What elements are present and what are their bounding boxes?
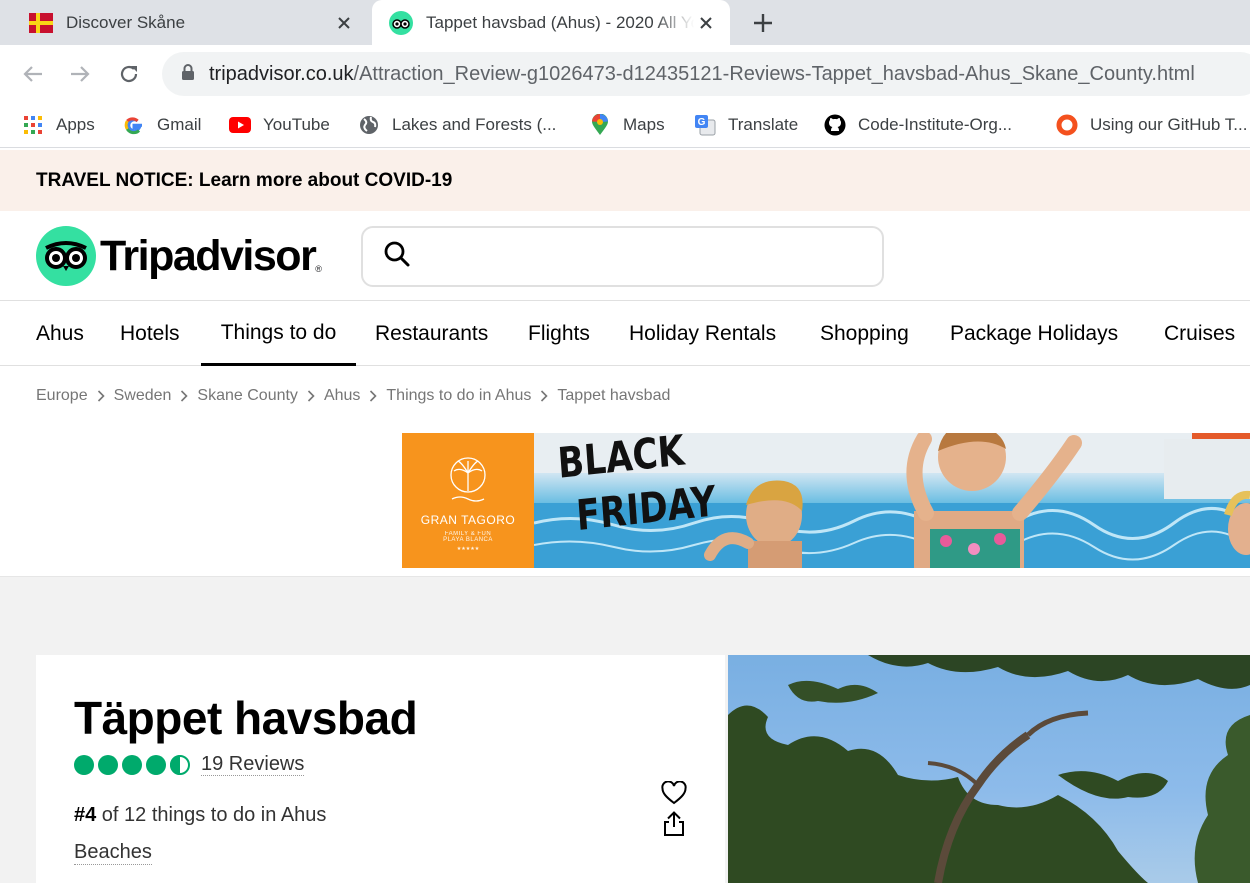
bookmark-maps[interactable]: Maps: [589, 111, 665, 139]
category-link[interactable]: Beaches: [74, 841, 152, 865]
bookmark-code-institute[interactable]: Code-Institute-Org...: [824, 111, 1012, 139]
share-icon[interactable]: [661, 811, 687, 837]
ad-brand-name: GRAN TAGORO: [420, 513, 516, 527]
chevron-right-icon: [180, 390, 189, 402]
breadcrumb-current: Tappet havsbad: [557, 387, 671, 404]
bookmark-label: Lakes and Forests (...: [392, 115, 557, 134]
back-arrow-icon[interactable]: [16, 57, 50, 91]
bookmark-gmail[interactable]: Gmail: [123, 111, 201, 139]
browser-toolbar: tripadvisor.co.uk/Attraction_Review-g102…: [0, 45, 1250, 103]
nav-item-cruises[interactable]: Cruises: [1164, 302, 1235, 366]
attraction-photo[interactable]: [728, 655, 1250, 883]
trademark-mark: ®: [315, 264, 322, 274]
attraction-card: Täppet havsbad 19 Reviews #4 of 12 thing…: [36, 655, 725, 883]
close-tab-icon[interactable]: [332, 11, 356, 35]
reload-icon[interactable]: [112, 57, 146, 91]
search-box[interactable]: [361, 226, 884, 287]
ad-photo: BLACK FRIDAY: [534, 433, 1250, 568]
address-bar[interactable]: tripadvisor.co.uk/Attraction_Review-g102…: [162, 52, 1250, 96]
translate-icon: G: [694, 114, 716, 136]
svg-text:G: G: [698, 117, 706, 128]
breadcrumb-things-to-do-in-ahus[interactable]: Things to do in Ahus: [386, 387, 531, 405]
nav-item-flights[interactable]: Flights: [528, 302, 590, 366]
breadcrumb-skane-county[interactable]: Skane County: [197, 387, 298, 405]
attraction-title: Täppet havsbad: [74, 692, 418, 744]
ad-brand-tagline: FAMILY & FUN PLAYA BLANCA: [402, 531, 534, 543]
bookmark-label: Code-Institute-Org...: [858, 115, 1013, 134]
ad-headline: BLACK FRIDAY: [556, 433, 718, 545]
apps-grid-icon: [22, 114, 44, 136]
ad-brand-stars: ★★★★★: [456, 546, 480, 552]
bookmark-apps[interactable]: Apps: [22, 111, 95, 139]
tab-title: Tappet havsbad (Ahus) - 2020 All You Nee…: [426, 12, 694, 32]
maps-pin-icon: [589, 114, 611, 136]
ad-brand-sub2: PLAYA BLANCA: [443, 537, 493, 543]
bookmark-lakes-and-forests[interactable]: Lakes and Forests (...: [358, 111, 556, 139]
bookmark-label: Translate: [728, 115, 799, 134]
url-text: tripadvisor.co.uk/Attraction_Review-g102…: [209, 63, 1195, 86]
travel-notice-banner[interactable]: TRAVEL NOTICE: Learn more about COVID-19: [0, 150, 1250, 211]
tree-photo-illustration: [728, 655, 1250, 883]
chevron-right-icon: [540, 390, 549, 402]
palm-tree-logo-icon: [450, 457, 486, 502]
main-nav: Ahus Hotels Things to do Restaurants Fli…: [0, 302, 1250, 366]
bookmark-label: YouTube: [263, 115, 330, 134]
tripadvisor-logo[interactable]: Tripadvisor ®: [36, 226, 322, 286]
nav-item-ahus[interactable]: Ahus: [36, 302, 84, 366]
forward-arrow-icon[interactable]: [63, 57, 97, 91]
bookmark-label: Gmail: [157, 115, 202, 134]
breadcrumb-sweden[interactable]: Sweden: [114, 387, 172, 405]
logo-wordmark: Tripadvisor: [100, 231, 317, 280]
tripadvisor-favicon: [389, 10, 413, 35]
lock-icon[interactable]: [181, 63, 195, 86]
nav-item-hotels[interactable]: Hotels: [120, 302, 180, 366]
bookmarks-bar: Apps Gmail YouTube Lakes and Forests (..…: [0, 103, 1250, 148]
breadcrumb-europe[interactable]: Europe: [36, 387, 88, 405]
close-tab-icon[interactable]: [694, 11, 718, 35]
ranking-text: #4 of 12 things to do in Ahus: [74, 804, 326, 827]
denmark-flag-favicon: [29, 11, 53, 35]
rating-row: 19 Reviews: [73, 753, 305, 776]
nav-item-things-to-do[interactable]: Things to do: [201, 302, 356, 366]
bookmark-youtube[interactable]: YouTube: [229, 111, 330, 139]
bookmark-translate[interactable]: G Translate: [694, 111, 798, 139]
browser-tab-discover-skane[interactable]: Discover Skåne: [0, 0, 368, 45]
chevron-right-icon: [307, 390, 315, 402]
rank-label: of 12 things to do in Ahus: [96, 804, 327, 826]
chevron-right-icon: [369, 390, 378, 402]
site-header: Tripadvisor ®: [0, 211, 1250, 301]
bookmark-label: Maps: [623, 115, 665, 134]
nav-item-package-holidays[interactable]: Package Holidays: [950, 302, 1118, 366]
rating-bubbles: [73, 754, 191, 776]
nav-item-restaurants[interactable]: Restaurants: [375, 302, 488, 366]
travel-notice-text[interactable]: TRAVEL NOTICE: Learn more about COVID-19: [36, 170, 452, 192]
url-host: tripadvisor.co.uk: [209, 62, 354, 85]
new-tab-plus-icon[interactable]: [748, 8, 778, 38]
youtube-icon: [229, 114, 251, 136]
nav-item-holiday-rentals[interactable]: Holiday Rentals: [629, 302, 776, 366]
breadcrumb-ahus[interactable]: Ahus: [324, 387, 360, 405]
search-icon[interactable]: [383, 240, 411, 273]
owl-logo-icon: [36, 226, 96, 286]
browser-tab-bar: Discover Skåne Tappet havsbad (Ahus) - 2…: [0, 0, 1250, 45]
bookmark-github-tutorial[interactable]: Using our GitHub T...: [1056, 111, 1247, 139]
ad-banner[interactable]: GRAN TAGORO FAMILY & FUN PLAYA BLANCA ★★★…: [402, 433, 1250, 568]
reviews-link[interactable]: 19 Reviews: [201, 753, 305, 776]
heart-icon[interactable]: [661, 780, 687, 806]
rank-number: #4: [74, 804, 97, 826]
ad-brand-panel: GRAN TAGORO FAMILY & FUN PLAYA BLANCA ★★★…: [402, 433, 534, 568]
ring-icon: [1056, 114, 1078, 136]
bookmark-label: Apps: [56, 115, 95, 134]
breadcrumb: Europe Sweden Skane County Ahus Things t…: [36, 383, 670, 409]
chevron-right-icon: [97, 390, 105, 402]
search-input[interactable]: [421, 245, 861, 268]
nav-item-shopping[interactable]: Shopping: [820, 302, 909, 366]
tab-title: Discover Skåne: [66, 12, 186, 32]
browser-tab-tripadvisor[interactable]: Tappet havsbad (Ahus) - 2020 All You Nee…: [372, 0, 730, 45]
bookmark-label: Using our GitHub T...: [1090, 115, 1248, 134]
url-path: /Attraction_Review-g1026473-d12435121-Re…: [353, 62, 1195, 85]
globe-icon: [358, 114, 380, 136]
github-icon: [824, 114, 846, 136]
google-icon: [123, 114, 145, 136]
